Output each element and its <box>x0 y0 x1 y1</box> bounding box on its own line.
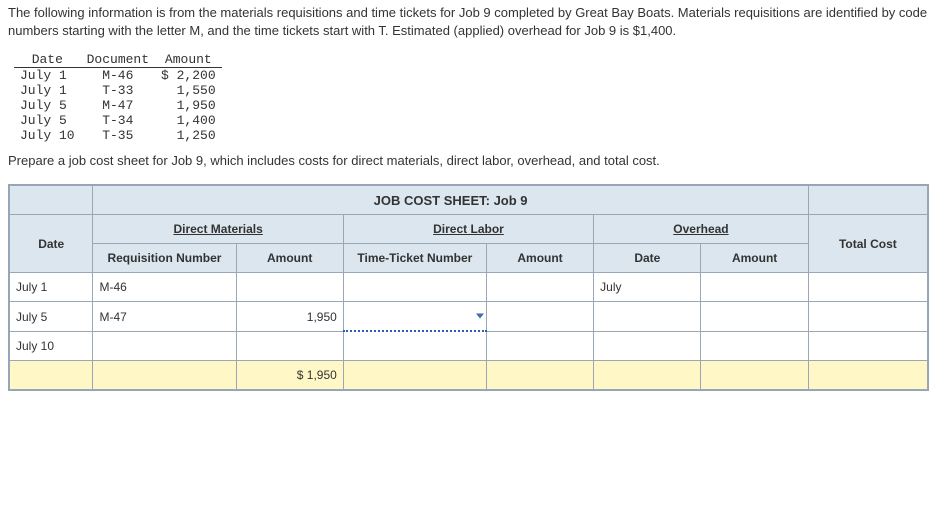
cell-tt-dropdown[interactable] <box>343 302 486 332</box>
cell-total-row[interactable] <box>808 302 927 332</box>
cell-date[interactable]: July 10 <box>10 331 93 361</box>
hdr-dm: Direct Materials <box>93 215 343 244</box>
hdr-tt-no: Time-Ticket Number <box>343 244 486 273</box>
cell-oh-amt[interactable] <box>701 302 808 332</box>
cell-dm-amt[interactable] <box>236 331 343 361</box>
cell-dl-amt[interactable] <box>486 273 593 302</box>
cell-dl-amt[interactable] <box>486 331 593 361</box>
cell-oh-date[interactable] <box>594 331 701 361</box>
src-row: July 5T-341,400 <box>14 113 222 128</box>
src-row: July 1T-331,550 <box>14 83 222 98</box>
cell-req[interactable]: M-46 <box>93 273 236 302</box>
cell-dl-amt[interactable] <box>486 302 593 332</box>
hdr-oh: Overhead <box>594 215 809 244</box>
cell-tt[interactable] <box>343 331 486 361</box>
cell-date[interactable]: July 5 <box>10 302 93 332</box>
job-cost-sheet: JOB COST SHEET: Job 9 Date Direct Materi… <box>9 185 928 390</box>
jcs-title: JOB COST SHEET: Job 9 <box>93 186 808 215</box>
total-dm: $ 1,950 <box>236 361 343 390</box>
cell-oh-amt[interactable] <box>701 273 808 302</box>
cell-oh-date[interactable] <box>594 302 701 332</box>
hdr-date: Date <box>10 215 93 273</box>
cell-oh-amt[interactable] <box>701 331 808 361</box>
jcs-row: July 5 M-47 1,950 <box>10 302 928 332</box>
hdr-dl: Direct Labor <box>343 215 593 244</box>
total-oh <box>701 361 808 390</box>
src-hdr-doc: Document <box>81 52 155 68</box>
cell-total-row[interactable] <box>808 331 927 361</box>
total-dl <box>486 361 593 390</box>
hdr-req-no: Requisition Number <box>93 244 236 273</box>
hdr-oh-date: Date <box>594 244 701 273</box>
jcs-total-row: $ 1,950 <box>10 361 928 390</box>
cell-dm-amt[interactable] <box>236 273 343 302</box>
src-row: July 10T-351,250 <box>14 128 222 143</box>
src-row: July 1M-46$ 2,200 <box>14 68 222 84</box>
instruction-text: Prepare a job cost sheet for Job 9, whic… <box>8 153 929 168</box>
total-cost <box>808 361 927 390</box>
intro-text: The following information is from the ma… <box>8 4 929 40</box>
src-hdr-date: Date <box>14 52 81 68</box>
hdr-dl-amt: Amount <box>486 244 593 273</box>
cell-total-row[interactable] <box>808 273 927 302</box>
cell-dm-amt[interactable]: 1,950 <box>236 302 343 332</box>
cell-req[interactable]: M-47 <box>93 302 236 332</box>
src-hdr-amt: Amount <box>155 52 222 68</box>
jcs-row: July 10 <box>10 331 928 361</box>
source-data-table: Date Document Amount July 1M-46$ 2,200 J… <box>14 52 222 143</box>
hdr-total: Total Cost <box>808 215 927 273</box>
cell-oh-date[interactable]: July <box>594 273 701 302</box>
hdr-oh-amt: Amount <box>701 244 808 273</box>
hdr-dm-amt: Amount <box>236 244 343 273</box>
src-row: July 5M-471,950 <box>14 98 222 113</box>
cell-date[interactable]: July 1 <box>10 273 93 302</box>
cell-tt[interactable] <box>343 273 486 302</box>
cell-req[interactable] <box>93 331 236 361</box>
jcs-row: July 1 M-46 July <box>10 273 928 302</box>
